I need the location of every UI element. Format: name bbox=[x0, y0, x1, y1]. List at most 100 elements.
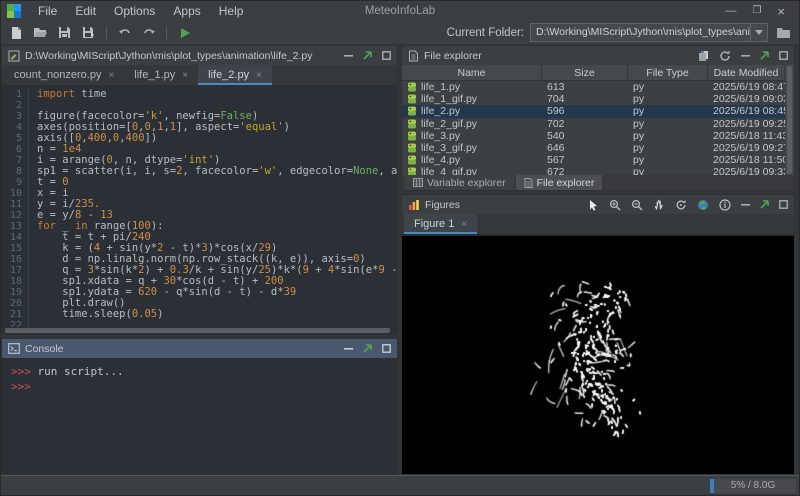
minimize-panel-icon[interactable] bbox=[741, 204, 750, 206]
table-row[interactable]: life_1.py613py2025/6/19 08:47 bbox=[402, 81, 785, 93]
line-number: 20 bbox=[2, 298, 29, 309]
bottom-tab-file-explorer[interactable]: File explorer bbox=[516, 175, 603, 190]
table-row[interactable]: life_4_gif.py672py2025/6/19 09:33 bbox=[402, 166, 785, 175]
bottom-tab-label: File explorer bbox=[537, 177, 595, 189]
code-line-text: import time bbox=[37, 89, 107, 100]
window-close-icon[interactable]: × bbox=[777, 5, 785, 18]
zoom-out-icon[interactable] bbox=[631, 199, 643, 211]
file-size-cell: 646 bbox=[542, 142, 628, 154]
select-cursor-icon[interactable] bbox=[588, 199, 599, 211]
main-area: D:\Working\MIScript\Jython\mis\plot_type… bbox=[1, 45, 799, 475]
undo-icon[interactable] bbox=[115, 23, 134, 42]
file-name-cell: life_1_gif.py bbox=[402, 93, 542, 105]
save-icon[interactable] bbox=[55, 23, 74, 42]
float-panel-icon[interactable] bbox=[363, 51, 372, 60]
current-folder-label: Current Folder: bbox=[447, 27, 524, 39]
maximize-panel-icon[interactable] bbox=[382, 344, 391, 353]
cell-value: 2025/6/19 09:03 bbox=[713, 93, 785, 105]
redo-icon[interactable] bbox=[139, 23, 158, 42]
zoom-in-icon[interactable] bbox=[609, 199, 621, 211]
file-explorer-title: File explorer bbox=[424, 50, 482, 62]
figure-canvas[interactable] bbox=[402, 236, 794, 474]
file-table-vscrollbar-thumb[interactable] bbox=[787, 66, 792, 174]
tab-close-icon[interactable]: × bbox=[461, 219, 467, 230]
code-token: ) bbox=[284, 121, 290, 133]
console-body[interactable]: >>> run script...>>> bbox=[2, 358, 397, 474]
tab-close-icon[interactable]: × bbox=[108, 70, 114, 81]
table-row[interactable]: life_1_gif.py704py2025/6/19 09:03 bbox=[402, 93, 785, 105]
run-script-icon[interactable] bbox=[175, 23, 194, 42]
editor-tab-life_1-py[interactable]: life_1.py× bbox=[124, 65, 198, 85]
minimize-panel-icon[interactable] bbox=[344, 55, 353, 57]
editor-hscrollbar-thumb[interactable] bbox=[5, 328, 390, 333]
current-folder-select[interactable]: D:\Working\MIScript\Jython\mis\plot_type… bbox=[530, 23, 768, 42]
console-panel-controls bbox=[344, 344, 391, 353]
file-table-rows: life_1.py613py2025/6/19 08:47life_1_gif.… bbox=[402, 81, 785, 175]
globe-icon[interactable] bbox=[697, 199, 709, 211]
line-number: 5 bbox=[2, 133, 29, 144]
minimize-panel-icon[interactable] bbox=[741, 55, 750, 57]
tab-close-icon[interactable]: × bbox=[256, 70, 262, 81]
table-row[interactable]: life_3.py540py2025/6/18 11:43 bbox=[402, 130, 785, 142]
save-as-icon[interactable] bbox=[79, 23, 98, 42]
column-header-size[interactable]: Size bbox=[542, 65, 628, 80]
column-header-date-modified[interactable]: Date Modified bbox=[708, 65, 785, 80]
meteoinfo-logo-icon bbox=[7, 4, 21, 18]
explorer-bottom-tabs: Variable explorer File explorer bbox=[402, 175, 794, 190]
menu-help[interactable]: Help bbox=[210, 3, 253, 19]
maximize-panel-icon[interactable] bbox=[382, 51, 391, 60]
table-row[interactable]: life_3_gif.py646py2025/6/19 09:27 bbox=[402, 142, 785, 154]
code-token: + bbox=[309, 264, 328, 276]
figures-panel: Figures bbox=[401, 194, 795, 475]
browse-folder-icon[interactable] bbox=[774, 23, 793, 42]
copy-path-icon[interactable] bbox=[698, 50, 709, 62]
open-file-icon[interactable] bbox=[31, 23, 50, 42]
identify-info-icon[interactable] bbox=[719, 199, 731, 211]
file-type-cell: py bbox=[628, 130, 708, 142]
table-row[interactable]: life_2_gif.py702py2025/6/19 09:25 bbox=[402, 118, 785, 130]
pan-hand-icon[interactable] bbox=[653, 199, 665, 211]
menu-file[interactable]: File bbox=[29, 3, 66, 19]
file-modified-cell: 2025/6/18 11:50 bbox=[708, 154, 785, 166]
line-number: 11 bbox=[2, 199, 29, 210]
menu-options[interactable]: Options bbox=[105, 3, 164, 19]
line-number: 10 bbox=[2, 188, 29, 199]
table-row[interactable]: life_4.py567py2025/6/18 11:50 bbox=[402, 154, 785, 166]
code-editor[interactable]: 1import time23figure(facecolor='k', newf… bbox=[2, 86, 397, 334]
figure-tab-figure-1[interactable]: Figure 1× bbox=[404, 214, 477, 234]
float-panel-icon[interactable] bbox=[760, 51, 769, 60]
refresh-icon[interactable] bbox=[719, 50, 731, 62]
chevron-down-icon[interactable] bbox=[750, 24, 767, 41]
file-size-cell: 596 bbox=[542, 105, 628, 117]
column-header-file-type[interactable]: File Type bbox=[628, 65, 708, 80]
table-row[interactable]: life_2.py596py2025/6/19 08:45 bbox=[402, 105, 785, 117]
tab-close-icon[interactable]: × bbox=[182, 70, 188, 81]
file-name-cell: life_3_gif.py bbox=[402, 142, 542, 154]
new-file-icon[interactable] bbox=[7, 23, 26, 42]
file-name: life_1_gif.py bbox=[421, 93, 477, 105]
figures-title: Figures bbox=[425, 199, 460, 211]
bottom-tab-variable-explorer[interactable]: Variable explorer bbox=[405, 175, 514, 190]
editor-tab-life_2-py[interactable]: life_2.py× bbox=[198, 65, 272, 85]
float-panel-icon[interactable] bbox=[760, 200, 769, 209]
rotate-icon[interactable] bbox=[675, 199, 687, 211]
maximize-panel-icon[interactable] bbox=[779, 200, 788, 209]
column-header-name[interactable]: Name bbox=[402, 65, 542, 80]
memory-indicator[interactable]: 5% / 8.0G bbox=[710, 479, 796, 493]
window-minimize-icon[interactable]: — bbox=[725, 6, 736, 17]
file-modified-cell: 2025/6/19 09:33 bbox=[708, 166, 785, 175]
menu-apps[interactable]: Apps bbox=[164, 3, 209, 19]
minimize-panel-icon[interactable] bbox=[344, 348, 353, 350]
editor-tab-count_nonzero-py[interactable]: count_nonzero.py× bbox=[4, 65, 124, 85]
console-prompt: >>> bbox=[11, 365, 31, 378]
window-maximize-icon[interactable]: ❐ bbox=[752, 6, 761, 16]
file-size-cell: 613 bbox=[542, 81, 628, 93]
line-number: 2 bbox=[2, 100, 29, 111]
memory-usage-fill bbox=[710, 479, 714, 493]
right-column: File explorer Na bbox=[401, 45, 795, 475]
menu-edit[interactable]: Edit bbox=[66, 3, 105, 19]
float-panel-icon[interactable] bbox=[363, 344, 372, 353]
code-token: ], aspect= bbox=[176, 121, 239, 133]
file-modified-cell: 2025/6/19 09:03 bbox=[708, 93, 785, 105]
maximize-panel-icon[interactable] bbox=[779, 51, 788, 60]
